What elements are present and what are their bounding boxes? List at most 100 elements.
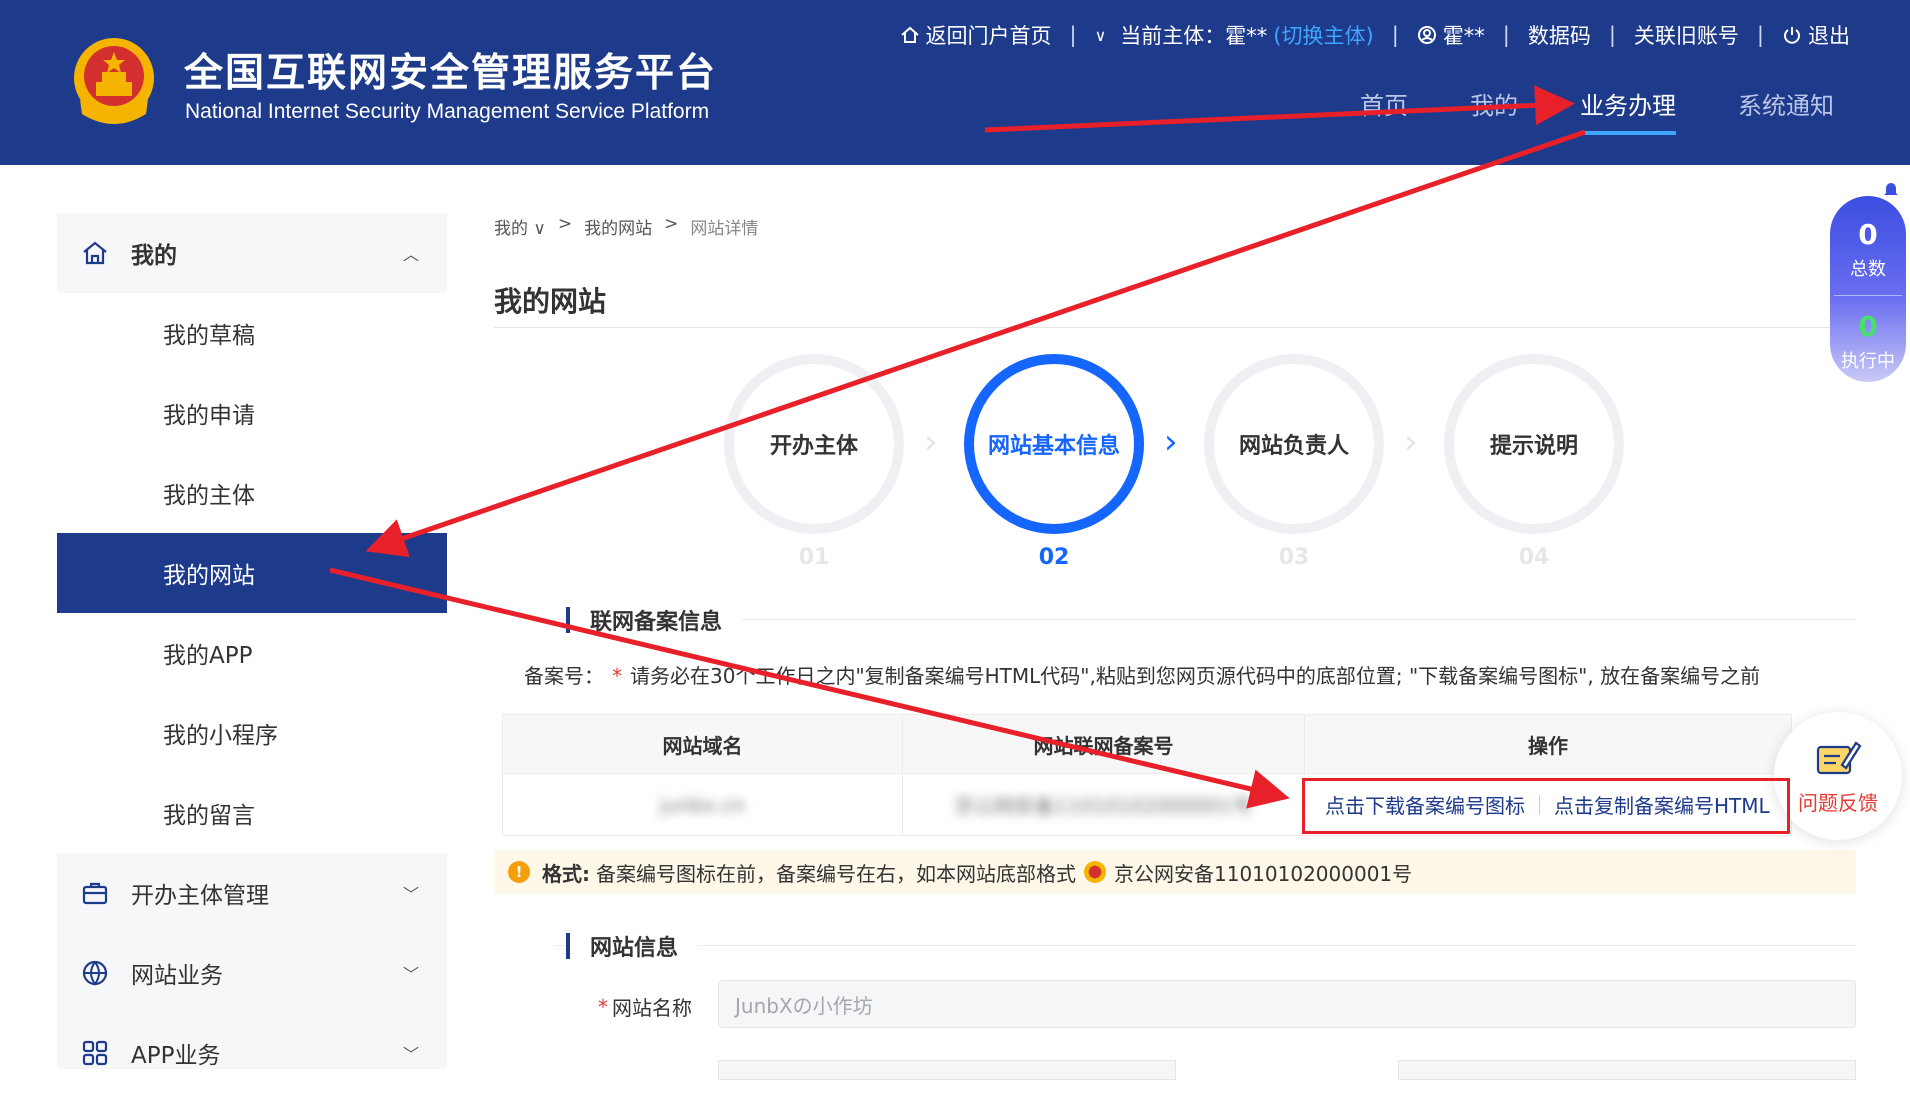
feedback-icon	[1816, 740, 1862, 774]
domain-value: junbx.cn	[659, 792, 746, 817]
nav-notifications[interactable]: 系统通知	[1738, 86, 1834, 135]
site-info-heading-label: 网站信息	[590, 936, 679, 961]
platform-subtitle: National Internet Security Management Se…	[185, 100, 710, 123]
sidebar-group-website[interactable]: 网站业务 ﹀	[57, 933, 447, 1013]
task-counter[interactable]: 0 总数 0 执行中	[1830, 196, 1906, 382]
sidebar-item-apps[interactable]: 我的APP	[57, 613, 447, 693]
table-header-domain: 网站域名	[503, 715, 903, 773]
platform-title: 全国互联网安全管理服务平台	[184, 51, 718, 96]
grid-icon	[82, 1040, 108, 1066]
police-badge-icon	[1084, 861, 1106, 883]
top-header: 全国互联网安全管理服务平台 National Internet Security…	[0, 0, 1910, 165]
sidebar-item-websites[interactable]: 我的网站	[57, 533, 447, 613]
nav-business[interactable]: 业务办理	[1580, 86, 1676, 135]
breadcrumb-current: 网站详情	[690, 219, 759, 239]
required-star: *	[612, 664, 622, 688]
filing-note: 备案号： * 请务必在30个工作日之内"复制备案编号HTML代码",粘贴到您网页源代…	[524, 660, 1760, 689]
step-3-number: 03	[1278, 545, 1310, 570]
feedback-label: 问题反馈	[1798, 790, 1878, 815]
chevron-down-icon: ∨	[1094, 25, 1107, 45]
sidebar-group-label: 我的	[131, 243, 177, 269]
step-2: 网站基本信息	[964, 354, 1144, 534]
filing-heading-label: 联网备案信息	[590, 610, 723, 635]
logout-label: 退出	[1808, 24, 1850, 48]
sidebar-item-miniprograms[interactable]: 我的小程序	[57, 693, 447, 773]
power-icon	[1784, 27, 1800, 44]
sidebar-item-messages[interactable]: 我的留言	[57, 773, 447, 853]
record-number-value: 京公网安备11010102000001号	[954, 794, 1253, 818]
top-utility-bar: 返回门户首页 | ∨ 当前主体：霍** (切换主体) | 霍** | 数据码 |…	[900, 20, 1850, 50]
table-header-row: 网站域名 网站联网备案号 操作	[503, 715, 1791, 773]
sidebar-item-applications[interactable]: 我的申请	[57, 373, 447, 453]
home-icon	[900, 26, 919, 43]
table-header-ops: 操作	[1528, 733, 1568, 758]
heading-bar	[566, 607, 570, 633]
sidebar-group-app[interactable]: APP业务 ﹀	[57, 1013, 447, 1093]
divider: |	[1502, 23, 1510, 47]
filing-note-text: 请务必在30个工作日之内"复制备案编号HTML代码",粘贴到您网页源代码中的底部…	[630, 664, 1761, 688]
breadcrumb-my-websites[interactable]: 我的网站	[584, 214, 652, 239]
step-1: 开办主体	[724, 354, 904, 534]
warning-icon: !	[508, 861, 530, 883]
user-menu[interactable]: 霍**	[1417, 20, 1485, 50]
sidebar-item-drafts[interactable]: 我的草稿	[57, 293, 447, 373]
form-field-stub	[718, 1060, 1176, 1080]
format-text: 备案编号图标在前，备案编号在右，如本网站底部格式	[596, 861, 1076, 886]
subject-selector[interactable]: ∨ 当前主体：霍** (切换主体)	[1095, 20, 1374, 50]
chevron-down-icon: ﹀	[402, 1045, 419, 1064]
sidebar-item-subjects[interactable]: 我的主体	[57, 453, 447, 533]
user-name: 霍**	[1442, 24, 1485, 48]
table-header-record: 网站联网备案号	[903, 715, 1305, 773]
form-field-stub	[1398, 1060, 1856, 1080]
site-name-value: JunbXの小作坊	[735, 993, 873, 1018]
sidebar: 我的 ︿ 我的草稿 我的申请 我的主体 我的网站 我的APP 我的小程序 我的留…	[57, 213, 447, 1069]
total-count: 0	[1858, 218, 1878, 251]
feedback-button[interactable]: 问题反馈	[1774, 712, 1902, 840]
link-old-account-link[interactable]: 关联旧账号	[1634, 20, 1739, 50]
running-label: 执行中	[1841, 351, 1895, 372]
bell-icon[interactable]	[1882, 180, 1900, 198]
breadcrumb: 我的 ∨ > 我的网站 > 网站详情	[494, 214, 758, 239]
chevron-down-icon: ﹀	[402, 885, 419, 904]
divider: |	[1391, 23, 1399, 47]
chevron-right-icon: ›	[1164, 422, 1178, 462]
section-divider	[554, 945, 1856, 946]
chevron-right-icon: ›	[924, 422, 938, 462]
step-1-number: 01	[798, 545, 830, 570]
home-portal-link[interactable]: 返回门户首页	[900, 20, 1052, 50]
datacode-link[interactable]: 数据码	[1528, 20, 1591, 50]
step-4: 提示说明	[1444, 354, 1624, 534]
logout-button[interactable]: 退出	[1782, 20, 1850, 50]
divider: |	[1608, 23, 1616, 47]
format-label: 格式:	[542, 861, 590, 886]
chevron-up-icon: ︿	[402, 245, 419, 264]
breadcrumb-mine[interactable]: 我的 ∨	[494, 214, 546, 239]
page-title: 我的网站	[494, 285, 607, 318]
format-example: 京公网安备11010102000001号	[1114, 861, 1413, 886]
divider: |	[1756, 23, 1764, 47]
title-divider	[494, 327, 1860, 328]
sidebar-group-label: 开办主体管理	[131, 883, 269, 909]
filing-note-label: 备案号：	[524, 664, 604, 688]
sidebar-group-mine[interactable]: 我的 ︿	[57, 213, 447, 293]
site-name-label-row: * 网站名称	[598, 992, 692, 1021]
sidebar-group-entity[interactable]: 开办主体管理 ﹀	[57, 853, 447, 933]
user-icon	[1417, 26, 1436, 44]
home-portal-label: 返回门户首页	[925, 24, 1052, 48]
sidebar-group-label: APP业务	[131, 1043, 221, 1069]
current-subject: 当前主体：霍**	[1120, 24, 1268, 48]
site-name-field[interactable]: JunbXの小作坊	[718, 980, 1856, 1028]
site-info-section-heading: 网站信息	[566, 930, 699, 962]
national-emblem-logo	[74, 38, 154, 124]
switch-subject-link[interactable]: (切换主体)	[1273, 20, 1373, 50]
breadcrumb-separator: >	[664, 214, 679, 234]
sidebar-group-label: 网站业务	[131, 963, 223, 989]
total-label: 总数	[1850, 259, 1886, 280]
step-4-number: 04	[1518, 545, 1550, 570]
breadcrumb-separator: >	[557, 214, 573, 234]
nav-mine[interactable]: 我的	[1470, 86, 1518, 135]
heading-bar	[566, 933, 570, 959]
nav-home[interactable]: 首页	[1360, 86, 1408, 135]
divider: |	[1069, 23, 1077, 47]
counter-divider	[1834, 295, 1902, 296]
